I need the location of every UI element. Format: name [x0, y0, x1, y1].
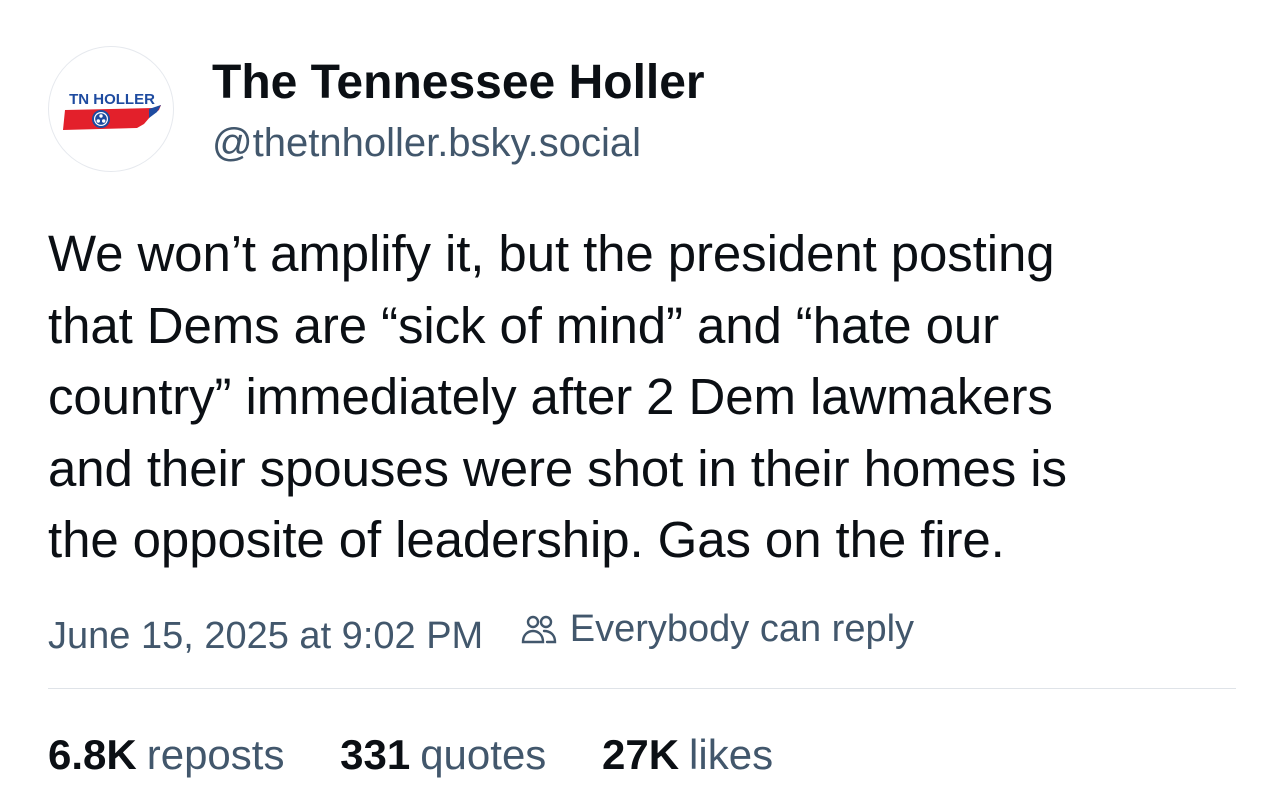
reply-setting-label: Everybody can reply: [569, 608, 915, 650]
post-text: We won’t amplify it, but the president p…: [48, 225, 1067, 568]
people-icon: [520, 611, 558, 649]
likes-count: 27K: [601, 731, 680, 778]
reposts-count: 6.8K: [48, 731, 137, 778]
reply-setting[interactable]: Everybody can reply: [520, 604, 914, 654]
quotes-count: 331: [340, 731, 411, 778]
likes-stat[interactable]: 27K likes: [602, 727, 773, 783]
logo-text: TN HOLLER: [69, 91, 155, 108]
avatar[interactable]: TN HOLLER: [48, 46, 174, 172]
likes-label: likes: [689, 731, 774, 778]
post-header: TN HOLLER The Tennessee Holler @thetnhol…: [48, 46, 1238, 176]
quotes-stat[interactable]: 331 quotes: [340, 727, 546, 783]
quotes-label: quotes: [420, 731, 547, 778]
display-name[interactable]: The Tennessee Holler: [212, 54, 705, 112]
post-thread-item: TN HOLLER The Tennessee Holler @thetnhol…: [0, 0, 1284, 796]
user-handle[interactable]: @thetnholler.bsky.social: [212, 118, 641, 168]
divider: [48, 688, 1236, 689]
reposts-stat[interactable]: 6.8K reposts: [48, 727, 284, 783]
post-meta: June 15, 2025 at 9:02 PM Everybody can r…: [48, 604, 1238, 657]
engagement-stats: 6.8K reposts 331 quotes 27K likes: [48, 727, 1238, 783]
reposts-label: reposts: [146, 731, 285, 778]
post-timestamp[interactable]: June 15, 2025 at 9:02 PM: [48, 615, 483, 657]
tn-holler-logo: TN HOLLER: [63, 91, 161, 130]
tennessee-shape: [63, 105, 161, 130]
